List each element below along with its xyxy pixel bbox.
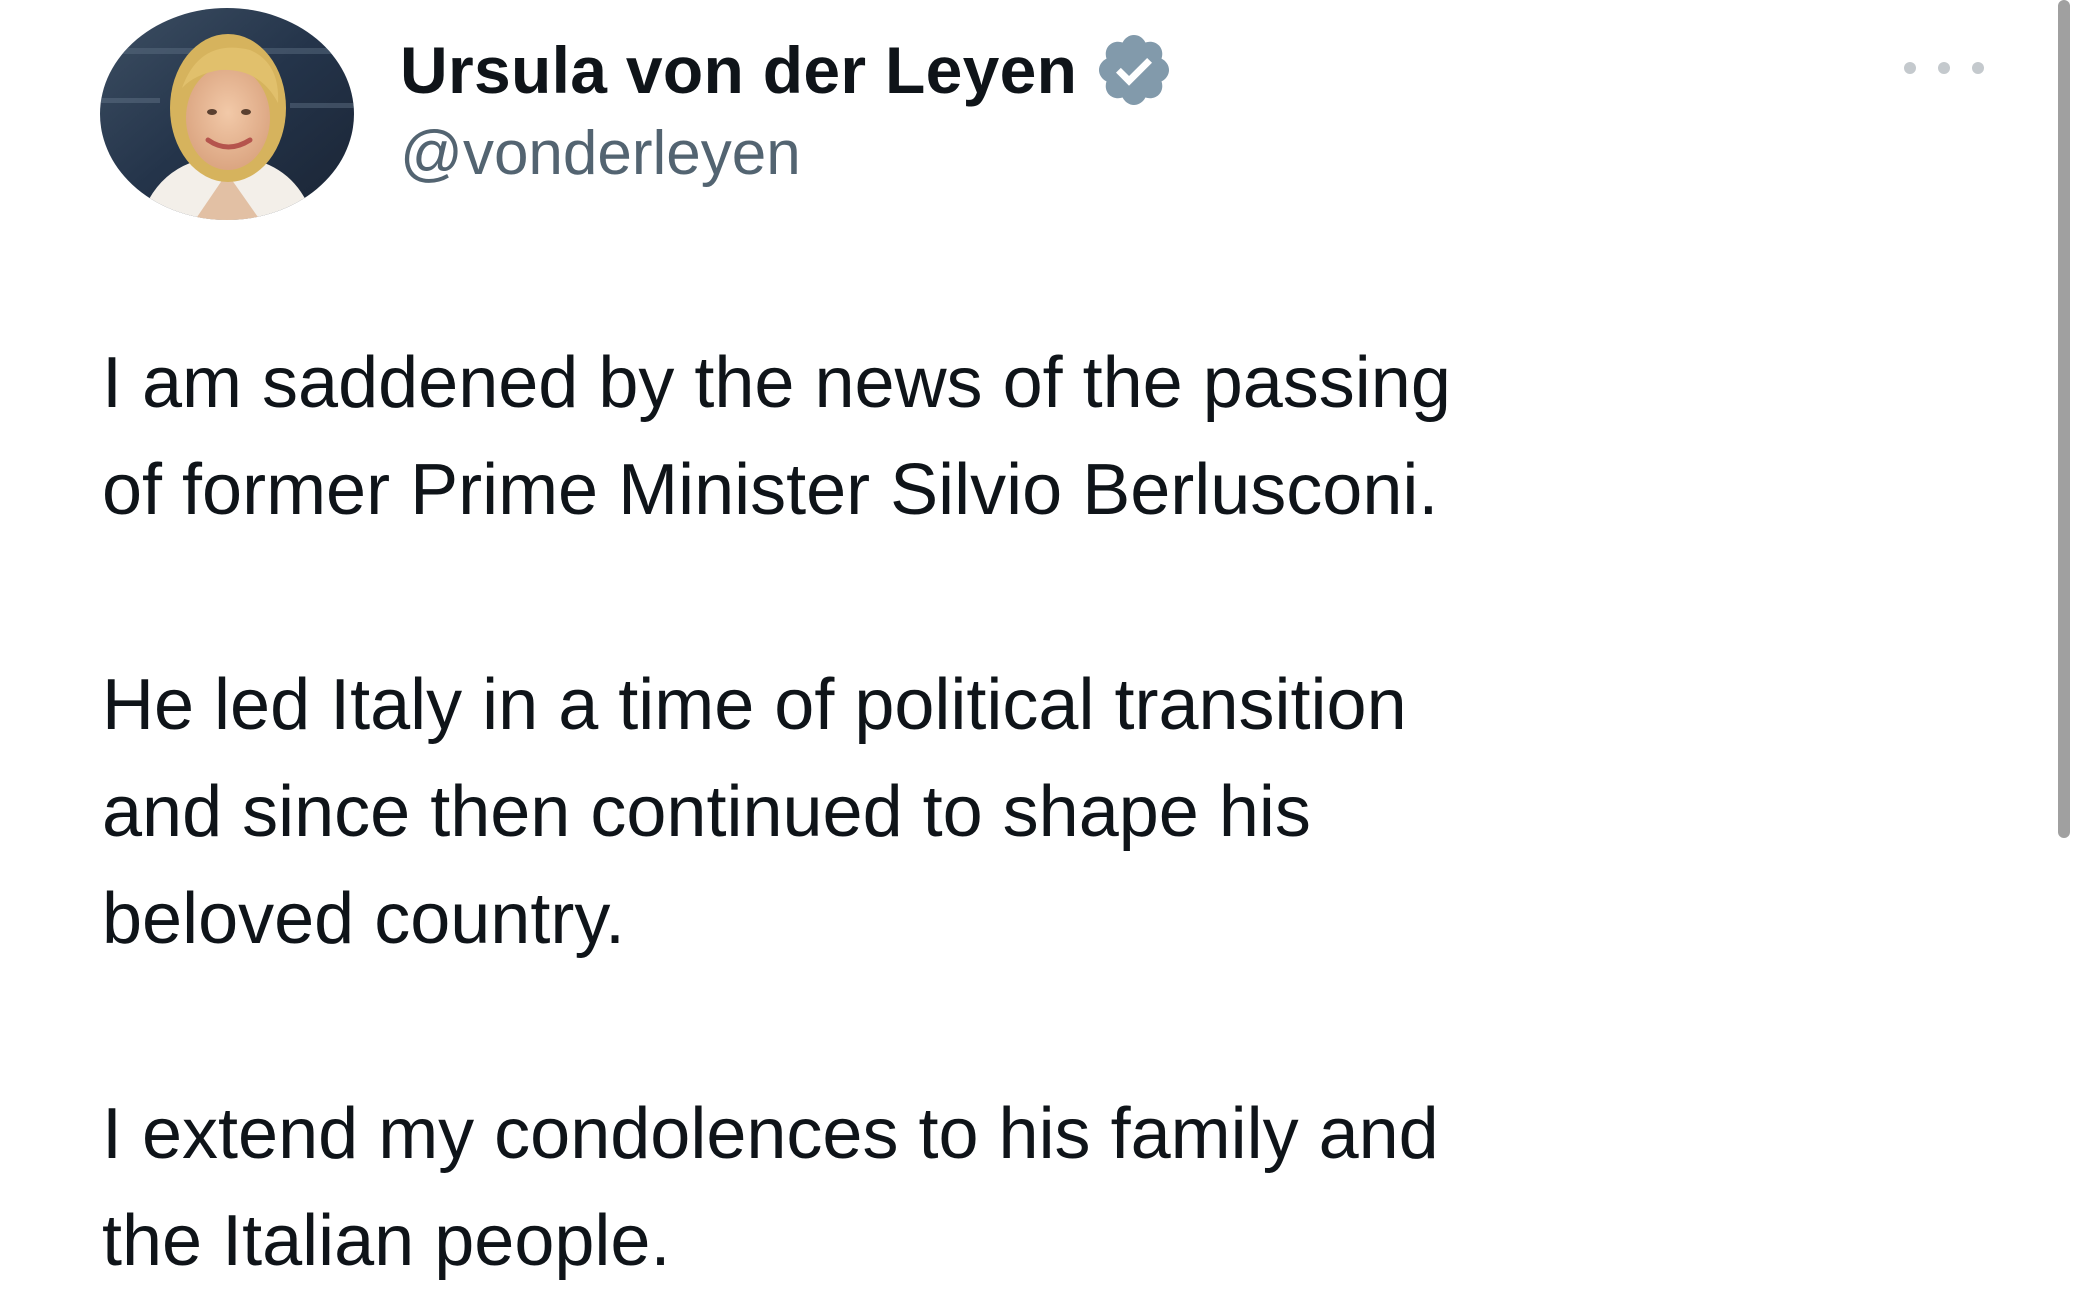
tweet-line: I extend my condolences to his family an… (102, 1094, 1439, 1174)
tweet-paragraph: He led Italy in a time of political tran… (102, 652, 1982, 973)
verified-badge-icon[interactable] (1093, 29, 1175, 111)
author-display-name[interactable]: Ursula von der Leyen (400, 32, 1077, 108)
dot-icon (1938, 62, 1950, 74)
tweet-line: of former Prime Minister Silvio Berlusco… (102, 450, 1439, 530)
tweet-line: the Italian people. (102, 1201, 671, 1281)
author-name-row: Ursula von der Leyen (400, 28, 1175, 112)
dot-icon (1972, 62, 1984, 74)
tweet-line: He led Italy in a time of political tran… (102, 665, 1407, 745)
dot-icon (1904, 62, 1916, 74)
tweet-text: I am saddened by the news of the passing… (102, 330, 1982, 1295)
avatar[interactable] (100, 8, 354, 220)
tweet-paragraph: I extend my condolences to his family an… (102, 1081, 1982, 1295)
scrollbar[interactable] (2058, 0, 2070, 838)
more-options-icon[interactable] (1904, 50, 1984, 86)
author-handle[interactable]: @vonderleyen (400, 118, 801, 189)
tweet-line: and since then continued to shape his (102, 772, 1311, 852)
tweet-paragraph: I am saddened by the news of the passing… (102, 330, 1982, 544)
tweet-line: beloved country. (102, 879, 625, 959)
tweet-card: Ursula von der Leyen @vonderleyen I am s… (0, 0, 2080, 1302)
tweet-line: I am saddened by the news of the passing (102, 343, 1451, 423)
